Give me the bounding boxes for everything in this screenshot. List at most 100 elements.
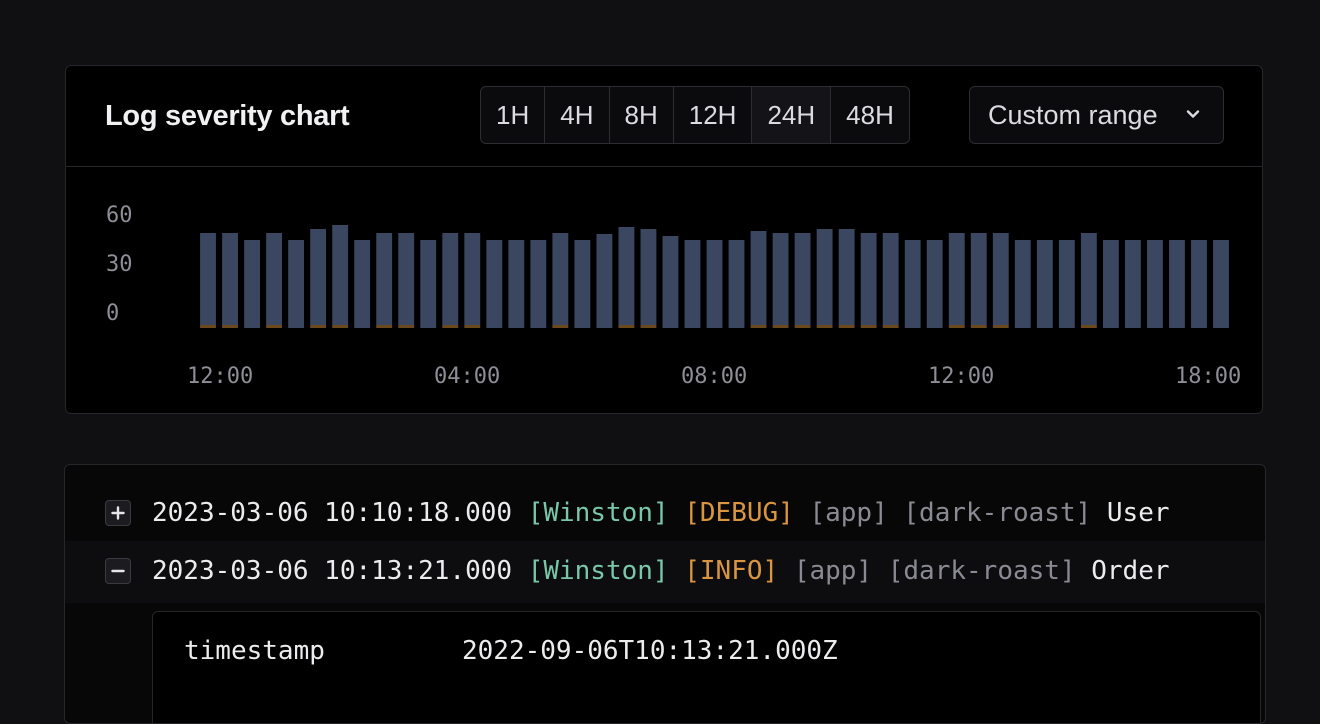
chart-bar-secondary[interactable]	[750, 325, 767, 328]
chart-bar[interactable]	[574, 240, 591, 328]
chart-bar-secondary[interactable]	[948, 325, 965, 328]
chart-bar[interactable]	[1080, 233, 1097, 325]
chart-bar-secondary[interactable]	[398, 325, 415, 328]
chart-bar[interactable]	[376, 233, 393, 325]
chart-bar[interactable]	[354, 240, 371, 328]
chart-bar[interactable]	[750, 231, 767, 325]
chart-bar-secondary[interactable]	[1080, 325, 1097, 328]
chart-bar[interactable]	[618, 227, 635, 325]
chart-bar[interactable]	[486, 240, 503, 328]
chart-bar-secondary[interactable]	[376, 325, 393, 328]
chart-bar[interactable]	[728, 240, 745, 328]
chart-bar-secondary[interactable]	[838, 325, 855, 328]
chart-bar-secondary[interactable]	[794, 325, 811, 328]
range-button-8h[interactable]: 8H	[610, 87, 674, 143]
chart-bar[interactable]	[662, 236, 679, 328]
chart-bar[interactable]	[838, 229, 855, 325]
chart-bar-secondary[interactable]	[882, 325, 899, 328]
chart-bar[interactable]	[926, 240, 943, 328]
chart-bar[interactable]	[1014, 240, 1031, 328]
chart-bar-secondary[interactable]	[772, 325, 789, 328]
log-tag-app: [app]	[793, 556, 873, 586]
log-line: 2023-03-06 10:13:21.000 [Winston] [INFO]…	[152, 555, 1170, 587]
chart-bar[interactable]	[992, 233, 1009, 325]
custom-range-dropdown[interactable]: Custom range	[969, 86, 1224, 144]
log-detail-panel: timestamp 2022-09-06T10:13:21.000Z	[152, 611, 1261, 723]
chart-bar[interactable]	[1102, 240, 1119, 328]
log-row[interactable]: 2023-03-06 10:10:18.000 [Winston] [DEBUG…	[65, 483, 1265, 545]
x-tick-label: 04:00	[434, 364, 500, 389]
chart-bar-secondary[interactable]	[266, 325, 283, 328]
chart-bar[interactable]	[442, 233, 459, 325]
x-tick-label: 12:00	[187, 364, 253, 389]
chart-bar-secondary[interactable]	[464, 325, 481, 328]
chart-bar[interactable]	[222, 233, 238, 325]
chart-bar[interactable]	[1169, 240, 1185, 328]
x-axis-ticks: 12:00 04:00 08:00 12:00 18:00	[187, 364, 1241, 389]
x-tick-label: 18:00	[1175, 364, 1241, 389]
range-button-12h[interactable]: 12H	[674, 87, 753, 143]
chart-bar[interactable]	[1147, 240, 1163, 328]
chart-bar-secondary[interactable]	[618, 325, 635, 328]
chart-bar[interactable]	[860, 233, 877, 325]
log-timestamp: 2023-03-06 10:13:21.000	[152, 556, 513, 586]
log-message: User	[1106, 498, 1170, 528]
collapse-icon[interactable]	[105, 558, 131, 584]
chart-bar[interactable]	[640, 229, 657, 325]
chart-bar-secondary[interactable]	[310, 325, 327, 328]
chart-bar[interactable]	[596, 234, 613, 328]
chart-bar[interactable]	[332, 225, 349, 325]
chart-bar-secondary[interactable]	[640, 325, 657, 328]
chart-bar-secondary[interactable]	[200, 325, 216, 328]
chart-bar-secondary[interactable]	[860, 325, 877, 328]
chart-bar[interactable]	[266, 233, 283, 325]
chart-bar[interactable]	[530, 240, 547, 328]
chart-bar-secondary[interactable]	[332, 325, 349, 328]
log-message: Order	[1091, 556, 1170, 586]
chart-bar[interactable]	[508, 240, 525, 328]
range-button-48h[interactable]: 48H	[831, 87, 909, 143]
range-button-1h[interactable]: 1H	[481, 87, 546, 143]
chart-bar[interactable]	[706, 240, 723, 328]
chart-bar[interactable]	[882, 233, 899, 325]
chart-bar[interactable]	[772, 233, 789, 325]
range-button-24h[interactable]: 24H	[752, 87, 832, 143]
chart-bar[interactable]	[684, 240, 701, 328]
chart-bar[interactable]	[1191, 240, 1207, 328]
log-source: [Winston]	[527, 498, 669, 528]
log-row-expanded[interactable]: 2023-03-06 10:13:21.000 [Winston] [INFO]…	[65, 541, 1265, 603]
log-tag-app: [app]	[809, 498, 888, 528]
chart-bar[interactable]	[904, 240, 921, 328]
chart-bar[interactable]	[200, 233, 216, 325]
chart-bar[interactable]	[1213, 240, 1229, 328]
chart-bar[interactable]	[794, 233, 811, 325]
chart-bar-secondary[interactable]	[970, 325, 987, 328]
range-button-4h[interactable]: 4H	[545, 87, 610, 143]
chart-bar[interactable]	[244, 240, 260, 328]
chart-bar[interactable]	[398, 233, 415, 325]
chart-bar[interactable]	[1058, 240, 1075, 328]
y-tick-label: 30	[106, 252, 133, 277]
chart-bar-secondary[interactable]	[816, 325, 833, 328]
chart-bar[interactable]	[1036, 240, 1053, 328]
y-axis-ticks: 60 30 0	[106, 203, 133, 326]
x-tick-label: 08:00	[681, 364, 747, 389]
chart-bar[interactable]	[552, 233, 569, 325]
chart-bar[interactable]	[464, 233, 481, 325]
chart-bar[interactable]	[420, 240, 437, 328]
expand-icon[interactable]	[105, 500, 131, 526]
chart-bar-secondary[interactable]	[552, 325, 569, 328]
chart-bar[interactable]	[310, 229, 327, 325]
severity-bar-chart: 60 30 0 12:00 04:00 08:00 12:00 18:00	[106, 203, 1241, 389]
chart-header: Log severity chart 1H 4H 8H 12H 24H 48H …	[66, 66, 1262, 167]
chart-bars	[200, 225, 1229, 328]
chart-bar-secondary[interactable]	[222, 325, 238, 328]
chart-bar-secondary[interactable]	[992, 325, 1009, 328]
chart-bar[interactable]	[1124, 240, 1141, 328]
chart-bar-secondary[interactable]	[442, 325, 459, 328]
chart-bar[interactable]	[970, 233, 987, 325]
chart-bar[interactable]	[816, 229, 833, 325]
x-tick-label: 12:00	[928, 364, 994, 389]
chart-bar[interactable]	[288, 240, 305, 328]
chart-bar[interactable]	[948, 233, 965, 325]
